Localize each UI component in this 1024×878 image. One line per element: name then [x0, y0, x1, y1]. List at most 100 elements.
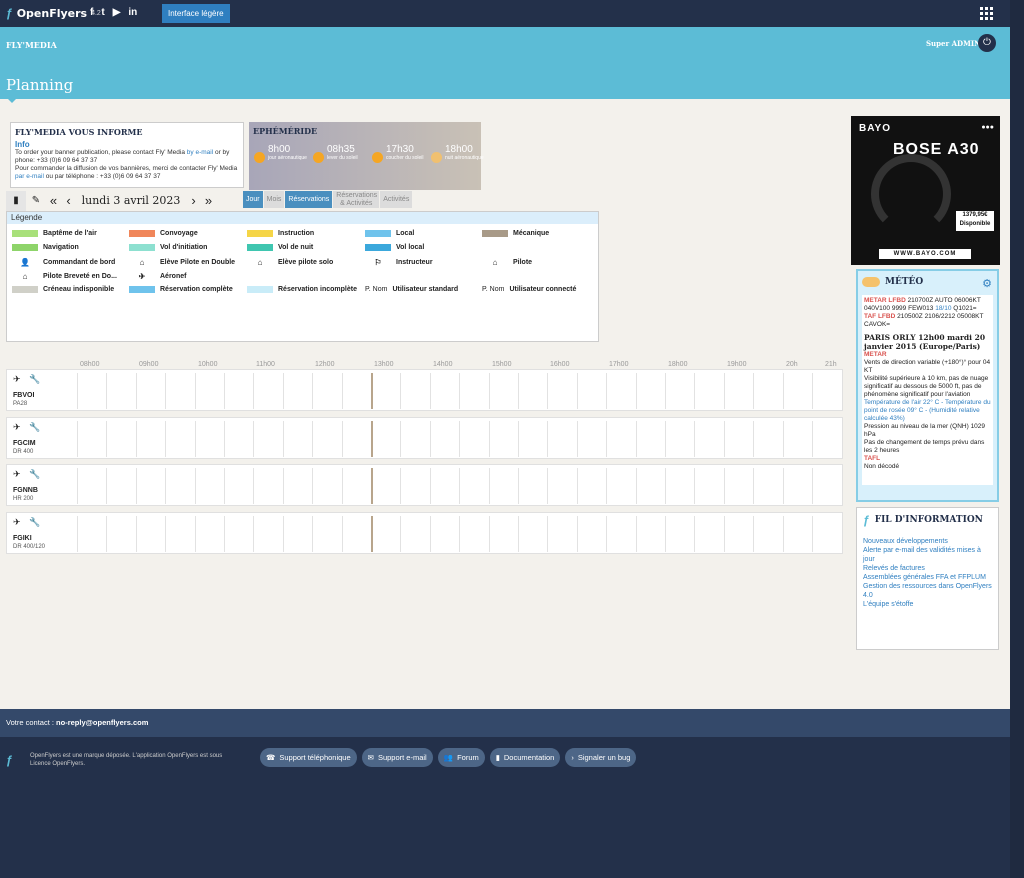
grid-line: [694, 373, 696, 409]
contact-email[interactable]: no-reply@openflyers.com: [56, 718, 148, 727]
wrench-icon[interactable]: 🔧: [29, 469, 40, 480]
news-link[interactable]: Alerte par e-mail des validités mises à …: [863, 546, 992, 564]
grid-line: [518, 516, 519, 552]
logo-icon: ƒ: [6, 6, 13, 20]
contact-bar: Votre contact : no-reply@openflyers.com: [0, 709, 1010, 737]
tab-reservations[interactable]: Réservations: [285, 191, 333, 208]
aircraft-row[interactable]: ✈ 🔧 FBVOI PA28: [6, 369, 843, 411]
tab-activities[interactable]: Activités: [380, 191, 413, 208]
student-solo-icon: ⌂: [257, 258, 263, 267]
power-icon[interactable]: ⏻: [978, 34, 996, 52]
meteo-content: METAR LFBD 210700Z AUTO 06006KT 040V100 …: [862, 295, 993, 485]
news-link[interactable]: L'équipe s'étoffe: [863, 600, 992, 609]
facebook-icon[interactable]: f: [90, 7, 93, 18]
legend-item: P. Nom Utilisateur connecté: [482, 286, 577, 293]
grid-line: [547, 516, 549, 552]
forum-button[interactable]: 👥 Forum: [437, 748, 485, 767]
legend-item: Navigation: [12, 244, 79, 251]
news-link[interactable]: Assemblées générales FFA et FFPLUM: [863, 573, 992, 582]
tab-day[interactable]: Jour: [243, 191, 263, 208]
email-support-button[interactable]: ✉ Support e-mail: [361, 748, 433, 767]
brand-name: OpenFlyers: [16, 6, 88, 20]
grid-line: [224, 373, 225, 409]
grid-line: [782, 468, 784, 504]
gear-icon[interactable]: ⚙: [982, 277, 992, 290]
wrench-icon[interactable]: 🔧: [29, 422, 40, 433]
ad-social-icons: ●●●: [981, 124, 994, 131]
legend-item: Convoyage: [129, 230, 198, 237]
hour-label: 11h00: [256, 361, 275, 368]
grid-line: [194, 516, 196, 552]
report-bug-button[interactable]: › Signaler un bug: [565, 748, 637, 767]
info-text-en: To order your banner publication, please…: [15, 149, 230, 164]
aircraft-type: DR 400/120: [13, 544, 46, 550]
view-tabs: Jour Mois Réservations Réservations & Ac…: [243, 191, 413, 208]
openflyers-logo[interactable]: ƒ OpenFlyers 4.2: [6, 6, 101, 20]
aircraft-icon: ✈: [13, 517, 21, 527]
grid-line: [635, 373, 637, 409]
twitter-icon[interactable]: t: [101, 7, 104, 18]
next-week-button[interactable]: »: [201, 193, 216, 208]
weather-icon: [862, 277, 880, 287]
users-icon: 👥: [443, 753, 454, 762]
news-link[interactable]: Gestion des ressources dans OpenFlyers 4…: [863, 582, 992, 600]
grid-line: [429, 421, 431, 457]
legend-item: ⚐ Instructeur: [365, 258, 432, 267]
grid-line: [194, 421, 196, 457]
legend-item: Vol d'initiation: [129, 244, 207, 251]
book-icon: ▮: [495, 753, 500, 762]
youtube-icon[interactable]: ▶: [113, 7, 121, 18]
ephemeride-box: EPHÉMÉRIDE 8h00 jour aéronautique 08h35 le…: [249, 122, 484, 190]
aircraft-row[interactable]: ✈ 🔧 FGIKI DR 400/120: [6, 512, 843, 554]
legend-item: ⌂ Elève Pilote en Double: [129, 258, 236, 267]
grid-line: [135, 373, 137, 409]
grid-line: [547, 468, 549, 504]
news-link[interactable]: Relevés de factures: [863, 564, 992, 573]
page-header: FLY'MEDIA Super ADMIN ⏻ Planning: [0, 27, 1010, 103]
grid-line: [459, 421, 461, 457]
grid-line: [400, 516, 402, 552]
grid-line: [106, 373, 108, 409]
meteo-station: PARIS ORLY 12h00 mardi 20 janvier 2015 (…: [864, 333, 986, 351]
tab-month[interactable]: Mois: [263, 191, 285, 208]
legend-item: Réservation incomplète: [247, 286, 357, 293]
grid-line: [665, 468, 666, 504]
phone-support-button[interactable]: ☎ Support téléphonique: [260, 748, 357, 767]
aircraft-registration: FBVOI: [13, 392, 35, 399]
scroll-rail[interactable]: [1010, 0, 1024, 878]
current-date[interactable]: lundi 3 avril 2023: [76, 194, 186, 207]
next-day-button[interactable]: ›: [186, 193, 201, 208]
grid-line: [341, 373, 343, 409]
legend-item: ⌂ Pilote Breveté en Do...: [12, 272, 117, 281]
book-icon[interactable]: ▮: [6, 190, 26, 211]
news-feed-panel: ƒ FIL D'INFORMATION Nouveaux développemen…: [856, 507, 999, 650]
aircraft-row[interactable]: ✈ 🔧 FGCIM DR 400: [6, 417, 843, 459]
grid-line: [488, 468, 490, 504]
grid-line: [77, 468, 78, 504]
apps-grid-icon[interactable]: [980, 7, 993, 20]
email-link-fr[interactable]: par e-mail: [15, 173, 44, 180]
grid-line: [459, 468, 461, 504]
aircraft-row[interactable]: ✈ 🔧 FGNNB HR 200: [6, 464, 843, 506]
bose-advertisement[interactable]: BAYO ●●● BOSE A30 1379,95€ Disponible WWW…: [851, 116, 1000, 265]
meteo-panel: MÉTÉO ⚙ METAR LFBD 210700Z AUTO 06006KT …: [856, 269, 999, 502]
aircraft-icon: ✈: [13, 469, 21, 479]
user-name[interactable]: Super ADMIN: [926, 39, 981, 48]
email-link-en[interactable]: by e-mail: [187, 149, 213, 156]
current-time-marker: [371, 373, 373, 409]
prev-week-button[interactable]: «: [46, 193, 61, 208]
wrench-icon[interactable]: 🔧: [29, 374, 40, 385]
legend-item: Vol local: [365, 244, 424, 251]
tab-reservations-activities[interactable]: Réservations & Activités: [333, 191, 380, 208]
grid-line: [282, 516, 284, 552]
info-text-fr: Pour commander la diffusion de vos banni…: [15, 165, 238, 180]
documentation-button[interactable]: ▮ Documentation: [489, 748, 561, 767]
edit-icon[interactable]: ✎: [26, 191, 46, 211]
news-link[interactable]: Nouveaux développements: [863, 537, 992, 546]
linkedin-icon[interactable]: in: [128, 7, 137, 18]
prev-day-button[interactable]: ‹: [61, 193, 76, 208]
light-interface-button[interactable]: Interface légère: [162, 4, 230, 23]
grid-line: [723, 468, 725, 504]
wrench-icon[interactable]: 🔧: [29, 517, 40, 528]
hour-label: 17h00: [609, 361, 629, 368]
